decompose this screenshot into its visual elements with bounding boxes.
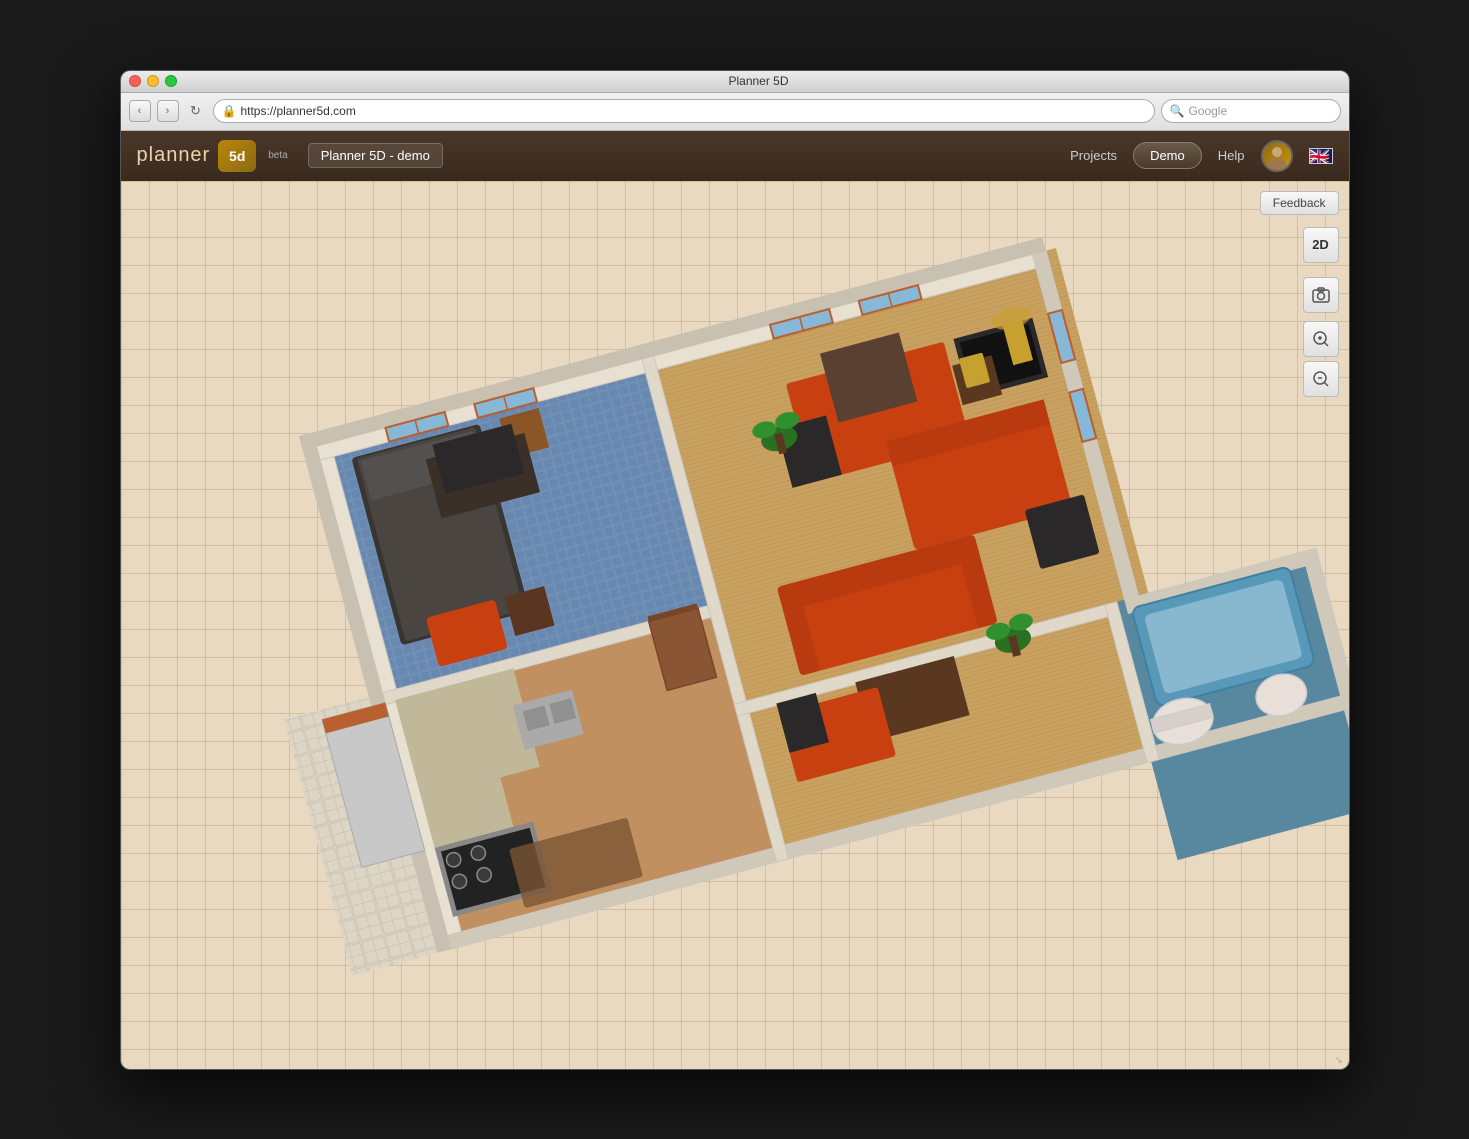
traffic-lights [129, 75, 177, 87]
demo-button[interactable]: Demo [1133, 142, 1202, 169]
forward-button[interactable]: › [157, 100, 179, 122]
floorplan-svg [121, 181, 1349, 1069]
logo-badge: 5d [218, 140, 256, 172]
url-text: https://planner5d.com [240, 104, 355, 118]
beta-label: beta [268, 150, 287, 161]
lock-icon: 🔒 [222, 104, 237, 118]
logo-area: planner 5d beta [137, 140, 288, 172]
back-button[interactable]: ‹ [129, 100, 151, 122]
close-button[interactable] [129, 75, 141, 87]
maximize-button[interactable] [165, 75, 177, 87]
logo-text: planner [137, 144, 211, 167]
main-content: Feedback 2D [121, 181, 1349, 1069]
title-bar: Planner 5D [121, 71, 1349, 93]
projects-link[interactable]: Projects [1070, 148, 1117, 163]
browser-window: Planner 5D ‹ › ↻ 🔒 https://planner5d.com… [120, 70, 1350, 1070]
resize-handle[interactable]: ↘ [1335, 1055, 1347, 1067]
canvas-area[interactable]: Feedback 2D [121, 181, 1349, 1069]
language-flag[interactable] [1309, 148, 1333, 164]
header-nav: Projects Demo Help [1070, 140, 1332, 172]
search-placeholder: Google [1188, 104, 1227, 118]
refresh-button[interactable]: ↻ [185, 100, 207, 122]
app-header: planner 5d beta Planner 5D - demo Projec… [121, 131, 1349, 181]
browser-toolbar: ‹ › ↻ 🔒 https://planner5d.com 🔍 Google [121, 93, 1349, 131]
user-avatar[interactable] [1261, 140, 1293, 172]
minimize-button[interactable] [147, 75, 159, 87]
search-icon: 🔍 [1170, 104, 1185, 118]
address-bar[interactable]: 🔒 https://planner5d.com [213, 99, 1155, 123]
logo-5d: 5d [229, 148, 245, 164]
project-name[interactable]: Planner 5D - demo [308, 143, 443, 168]
search-bar[interactable]: 🔍 Google [1161, 99, 1341, 123]
help-link[interactable]: Help [1218, 148, 1245, 163]
window-title: Planner 5D [177, 74, 1341, 88]
